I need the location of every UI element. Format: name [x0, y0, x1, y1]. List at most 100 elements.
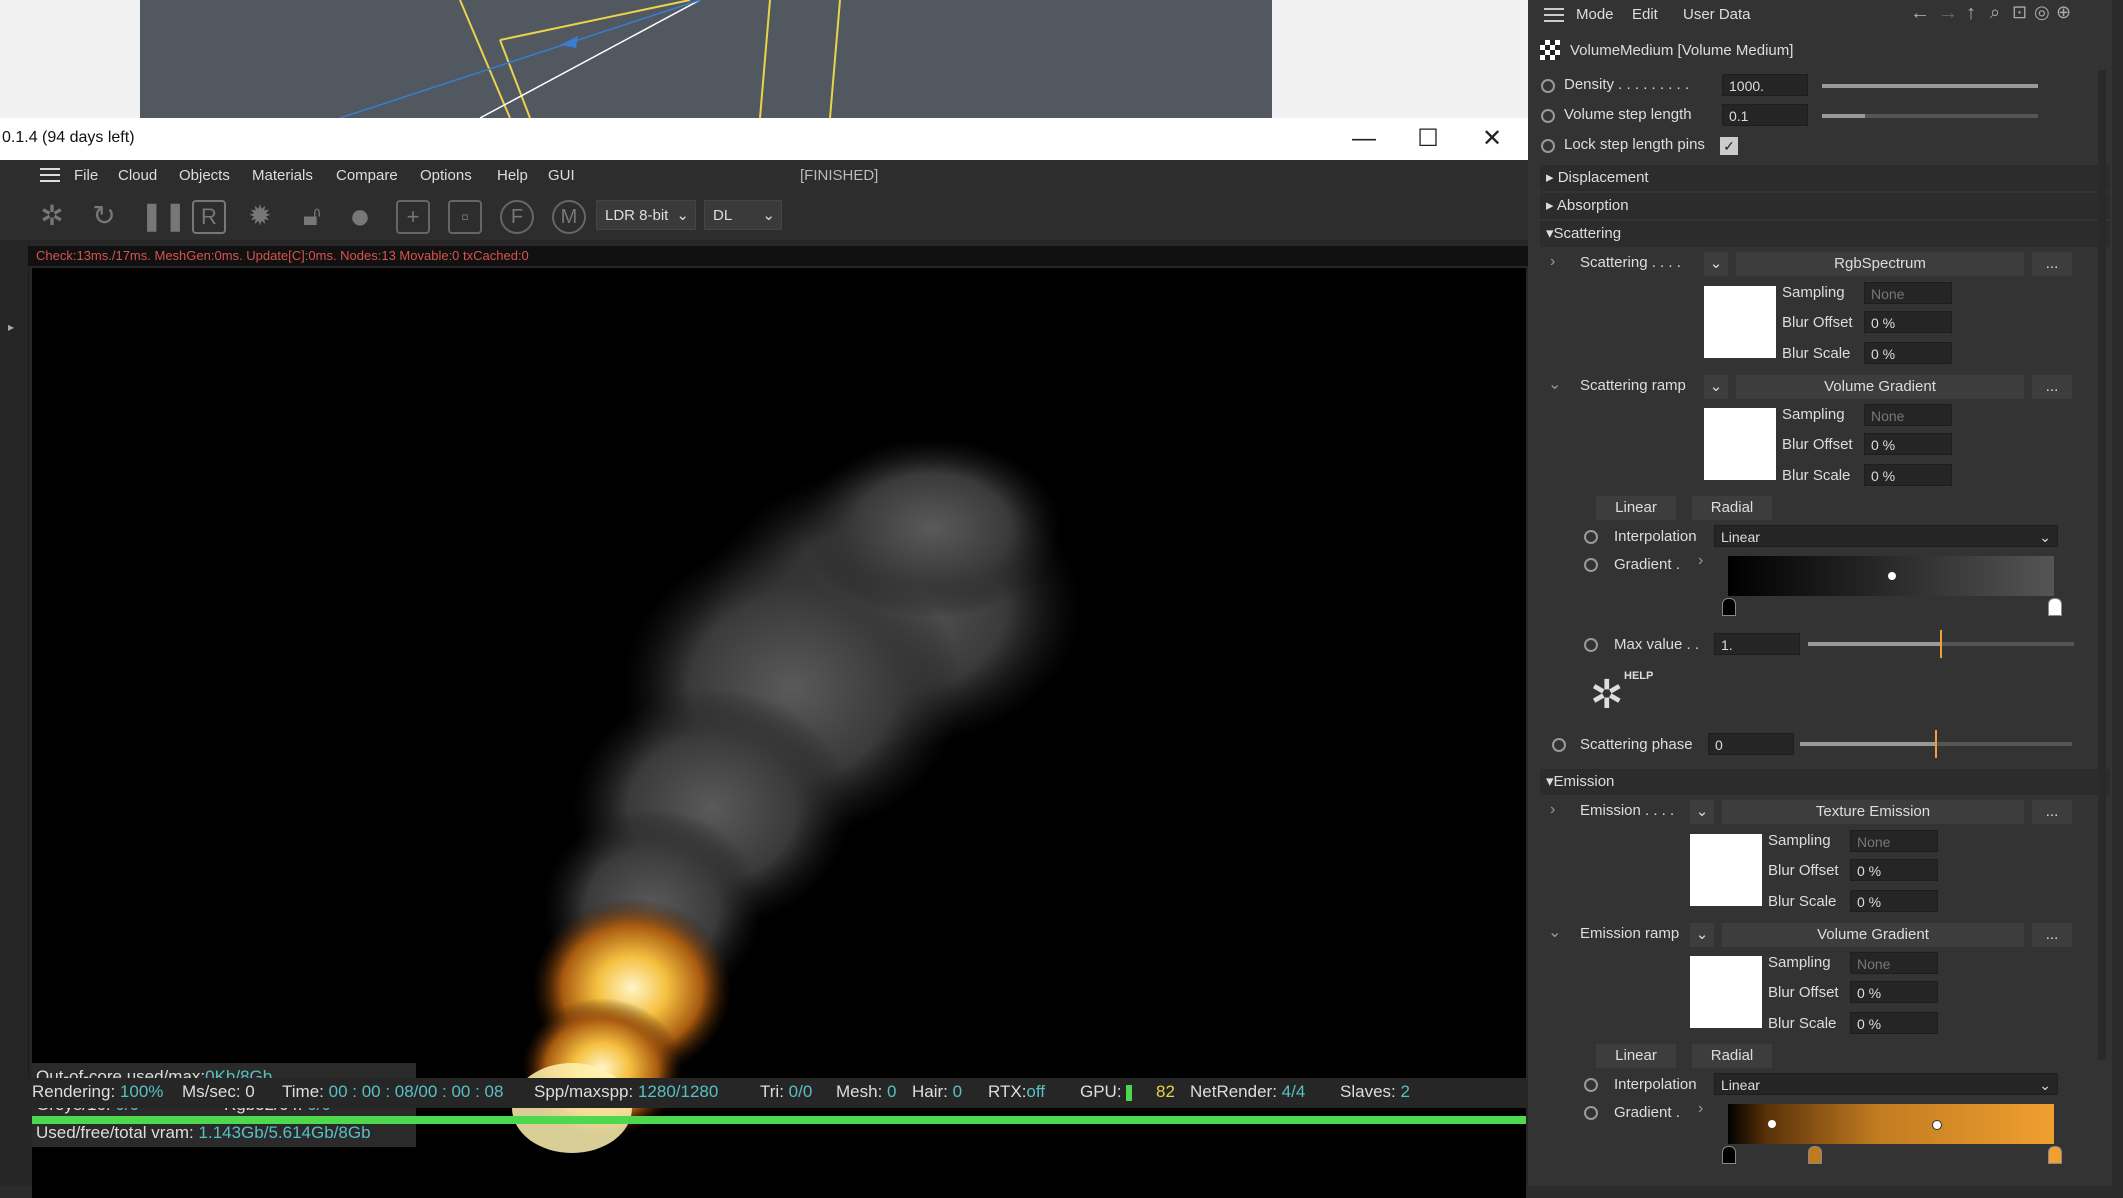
- em-bluroffset-input[interactable]: 0 %: [1850, 859, 1938, 881]
- eramp-interp-radio[interactable]: [1584, 1078, 1598, 1092]
- step-anim-radio[interactable]: [1541, 109, 1555, 123]
- ldr-format-select[interactable]: LDR 8-bit ⌄: [596, 200, 696, 230]
- gradient-knot-white[interactable]: [2048, 598, 2062, 616]
- menu-materials[interactable]: Materials: [252, 167, 313, 184]
- scattering-more-button[interactable]: ...: [2032, 252, 2072, 276]
- emission-ramp-swatch[interactable]: [1690, 956, 1762, 1028]
- eramp-linear-button[interactable]: Linear: [1596, 1044, 1676, 1068]
- menu-objects[interactable]: Objects: [179, 167, 230, 184]
- scattering-swatch[interactable]: [1704, 286, 1776, 358]
- eramp-sampling-select[interactable]: None: [1850, 952, 1938, 974]
- eramp-blurscale-input[interactable]: 0 %: [1850, 1012, 1938, 1034]
- up-arrow-icon[interactable]: ↑: [1966, 2, 1976, 25]
- scat-blurscale-input[interactable]: 0 %: [1864, 342, 1952, 364]
- forward-arrow-icon[interactable]: →: [1938, 2, 1958, 25]
- eramp-gradient-radio[interactable]: [1584, 1106, 1598, 1120]
- help-octane-icon[interactable]: ✲: [1590, 672, 1624, 718]
- egradient-knot-mid[interactable]: [1808, 1146, 1822, 1164]
- em-sampling-select[interactable]: None: [1850, 830, 1938, 852]
- add-region-icon[interactable]: +: [396, 200, 430, 234]
- left-collapse-strip[interactable]: ▸: [0, 240, 29, 1080]
- density-anim-radio[interactable]: [1541, 79, 1555, 93]
- chevron-right-icon[interactable]: ›: [1698, 1100, 1703, 1118]
- menu-gui[interactable]: GUI: [548, 167, 575, 184]
- eramp-gradient-bar[interactable]: [1728, 1104, 2054, 1144]
- sramp-radial-button[interactable]: Radial: [1692, 496, 1772, 520]
- region-render-icon[interactable]: R: [192, 200, 226, 234]
- density-slider[interactable]: [1822, 84, 2038, 88]
- phase-radio[interactable]: [1552, 738, 1566, 752]
- step-length-input[interactable]: 0.1: [1722, 104, 1808, 126]
- step-length-slider[interactable]: [1822, 114, 2038, 118]
- panel-menu-edit[interactable]: Edit: [1632, 6, 1658, 23]
- chevron-down-icon[interactable]: ⌄: [1548, 374, 1561, 394]
- octane-logo-icon[interactable]: ✲: [36, 200, 68, 232]
- gradient-knot-1[interactable]: [1768, 1120, 1776, 1128]
- scat-sampling-select[interactable]: None: [1864, 282, 1952, 304]
- phase-slider[interactable]: [1800, 730, 2072, 758]
- lock-anim-radio[interactable]: [1541, 139, 1555, 153]
- scattering-ramp-more-button[interactable]: ...: [2032, 375, 2072, 399]
- emission-more-button[interactable]: ...: [2032, 800, 2072, 824]
- menu-options[interactable]: Options: [420, 167, 472, 184]
- emission-ramp-more-button[interactable]: ...: [2032, 923, 2072, 947]
- maximize-button[interactable]: ☐: [1398, 118, 1458, 160]
- emission-shader-button[interactable]: Texture Emission: [1722, 800, 2024, 824]
- density-input[interactable]: 1000.: [1722, 74, 1808, 96]
- material-picker-icon[interactable]: M: [552, 200, 586, 234]
- film-region-icon[interactable]: ▫: [448, 200, 482, 234]
- gradient-knot-black[interactable]: [1722, 598, 1736, 616]
- chevron-right-icon[interactable]: ›: [1698, 552, 1703, 570]
- sramp-linear-button[interactable]: Linear: [1596, 496, 1676, 520]
- editor-viewport[interactable]: [140, 0, 1272, 118]
- scattering-dropdown[interactable]: ⌄: [1704, 252, 1728, 276]
- lock-icon[interactable]: ⊡: [2012, 2, 2027, 23]
- kernel-select[interactable]: DL ⌄: [704, 200, 782, 230]
- sramp-interp-radio[interactable]: [1584, 530, 1598, 544]
- material-ball-icon[interactable]: ●: [344, 198, 376, 234]
- maxvalue-radio[interactable]: [1584, 638, 1598, 652]
- emission-ramp-shader-button[interactable]: Volume Gradient: [1722, 923, 2024, 947]
- section-emission[interactable]: ▾Emission: [1540, 769, 2110, 795]
- back-arrow-icon[interactable]: ←: [1910, 2, 1930, 25]
- lock-icon[interactable]: 🔓︎: [296, 200, 328, 232]
- panel-menu-userdata[interactable]: User Data: [1683, 6, 1751, 23]
- hamburger-menu-icon[interactable]: [40, 168, 60, 182]
- maxvalue-slider-handle[interactable]: [1940, 630, 1942, 658]
- chevron-right-icon[interactable]: ›: [1550, 253, 1555, 271]
- egradient-knot-black[interactable]: [1722, 1146, 1736, 1164]
- sramp-interp-select[interactable]: Linear ⌄: [1714, 525, 2058, 547]
- panel-side-tabs[interactable]: [2112, 0, 2123, 1186]
- section-displacement[interactable]: ▸ Displacement: [1540, 165, 2110, 191]
- phase-input[interactable]: 0: [1708, 733, 1794, 755]
- emission-swatch[interactable]: [1690, 834, 1762, 906]
- restart-render-icon[interactable]: ↻: [88, 200, 120, 232]
- emission-dropdown[interactable]: ⌄: [1690, 800, 1714, 824]
- menu-help[interactable]: Help: [497, 167, 528, 184]
- search-icon[interactable]: ⌕: [1990, 2, 2000, 23]
- section-scattering[interactable]: ▾Scattering: [1540, 221, 2110, 247]
- eramp-radial-button[interactable]: Radial: [1692, 1044, 1772, 1068]
- sramp-gradient-radio[interactable]: [1584, 558, 1598, 572]
- egradient-knot-end[interactable]: [2048, 1146, 2062, 1164]
- scattering-ramp-dropdown[interactable]: ⌄: [1704, 375, 1728, 399]
- pause-render-icon[interactable]: ❚❚: [140, 200, 187, 232]
- close-button[interactable]: ✕: [1462, 118, 1522, 160]
- menu-cloud[interactable]: Cloud: [118, 167, 157, 184]
- chevron-right-icon[interactable]: ▸: [8, 320, 28, 334]
- panel-menu-mode[interactable]: Mode: [1576, 6, 1614, 23]
- sramp-blurscale-input[interactable]: 0 %: [1864, 464, 1952, 486]
- chevron-right-icon[interactable]: ›: [1550, 801, 1555, 819]
- window-titlebar[interactable]: 0.1.4 (94 days left) — ☐ ✕: [0, 118, 1528, 160]
- scattering-shader-button[interactable]: RgbSpectrum: [1736, 252, 2024, 276]
- sramp-bluroffset-input[interactable]: 0 %: [1864, 433, 1952, 455]
- sramp-gradient-bar[interactable]: [1728, 556, 2054, 596]
- menu-file[interactable]: File: [74, 167, 98, 184]
- scattering-ramp-shader-button[interactable]: Volume Gradient: [1736, 375, 2024, 399]
- scat-bluroffset-input[interactable]: 0 %: [1864, 311, 1952, 333]
- gradient-knot-2[interactable]: [1932, 1120, 1942, 1130]
- focus-picker-icon[interactable]: F: [500, 200, 534, 234]
- target-icon[interactable]: ◎: [2034, 2, 2050, 23]
- panel-hamburger-icon[interactable]: [1544, 8, 1564, 22]
- minimize-button[interactable]: —: [1334, 118, 1394, 160]
